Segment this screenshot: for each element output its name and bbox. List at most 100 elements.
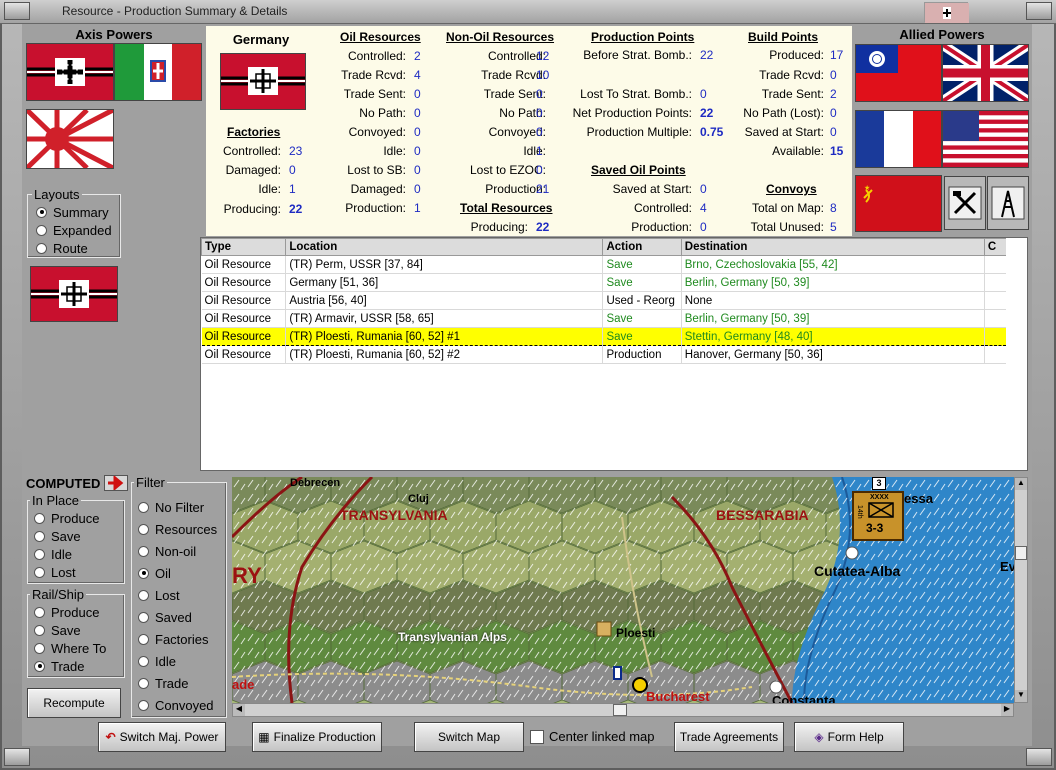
cell-type: Oil Resource [201, 291, 287, 310]
filter-option-radio[interactable]: Oil [138, 562, 217, 584]
column-header-location[interactable]: Location [285, 238, 604, 256]
france-flag-icon[interactable] [855, 110, 942, 168]
resize-grip-icon[interactable] [1026, 748, 1052, 766]
selected-power-flag-icon [30, 266, 118, 322]
radio-indicator [138, 567, 149, 579]
switch-major-power-button[interactable]: ↶ Switch Maj. Power [98, 722, 226, 752]
filter-option-radio[interactable]: Idle [138, 650, 217, 672]
radio-indicator [34, 642, 45, 654]
usa-flag-icon[interactable] [942, 110, 1029, 168]
close-button[interactable] [1026, 2, 1052, 20]
inplace-idle-radio[interactable]: Idle [34, 545, 99, 563]
system-menu-button[interactable] [4, 2, 30, 20]
uk-flag-icon[interactable] [940, 40, 1031, 106]
savedoil-controlled-label: Controlled: [633, 201, 692, 215]
column-header-type[interactable]: Type [200, 238, 287, 256]
vertical-scroll-thumb[interactable] [1015, 546, 1027, 560]
column-header-c[interactable]: C [983, 238, 1008, 256]
map-vertical-scrollbar[interactable]: ▲ ▼ [1014, 477, 1028, 703]
germany-flag-icon[interactable] [26, 43, 114, 101]
map-view[interactable]: Debrecen Cluj TRANSYLVANIA BESSARABIA RY… [232, 477, 1014, 703]
center-linked-map-checkbox[interactable] [530, 730, 544, 744]
table-row[interactable]: Oil Resource (TR) Ploesti, Rumania [60, 5… [201, 345, 1008, 364]
horizontal-scroll-thumb[interactable] [613, 704, 627, 716]
column-header-destination[interactable]: Destination [680, 238, 985, 256]
army-unit-counter[interactable]: XXXX 14th 3-3 [852, 491, 904, 541]
inplace-produce-radio[interactable]: Produce [34, 509, 99, 527]
filter-option-radio[interactable]: Trade [138, 672, 217, 694]
pp-net-value: 22 [700, 106, 714, 120]
table-row[interactable]: Oil Resource Austria [56, 40] Used - Reorg… [201, 291, 1008, 310]
finalize-production-button[interactable]: ▦ Finalize Production [252, 722, 382, 752]
convoys-total-value: 8 [830, 201, 837, 215]
railship-save-radio[interactable]: Save [34, 621, 106, 639]
cell-location: (TR) Perm, USSR [37, 84] [285, 255, 604, 274]
non-oil-resources-title: Non-Oil Resources [446, 30, 555, 44]
railship-trade-radio[interactable]: Trade [34, 657, 106, 675]
resource-details-table[interactable]: Type Location Action Destination C Oil R… [200, 237, 1028, 471]
radio-indicator [34, 548, 45, 560]
filter-option-radio[interactable]: Factories [138, 628, 217, 650]
bp-produced-value: 17 [830, 48, 844, 62]
table-row[interactable]: Oil Resource (TR) Armavir, USSR [58, 65] S… [201, 309, 1008, 328]
trade-agreements-button[interactable]: Trade Agreements [674, 722, 784, 752]
map-label-debrecen: Debrecen [290, 477, 341, 489]
layout-expanded-radio[interactable]: Expanded [36, 221, 112, 239]
map-label-cutatea-alba: Cutatea-Alba [814, 563, 901, 579]
railship-produce-radio[interactable]: Produce [34, 603, 106, 621]
total-resources-title: Total Resources [460, 201, 553, 215]
italy-flag-icon[interactable] [114, 43, 202, 101]
switch-map-button[interactable]: Switch Map [414, 722, 524, 752]
radio-indicator [138, 655, 149, 667]
convoys-title: Convoys [766, 182, 817, 196]
filter-option-radio[interactable]: Lost [138, 584, 217, 606]
filter-option-radio[interactable]: Convoyed [138, 694, 217, 716]
filter-option-radio[interactable]: Saved [138, 606, 217, 628]
map-label-ploesti: Ploesti [616, 626, 656, 640]
window-title: Resource - Production Summary & Details [62, 4, 288, 18]
pp-before-label: Before Strat. Bomb.: [583, 48, 692, 62]
map-horizontal-scrollbar[interactable]: ◀ ▶ [232, 703, 1014, 717]
help-book-icon: ◈ [814, 730, 824, 744]
layout-summary-radio[interactable]: Summary [36, 203, 112, 221]
table-row[interactable]: Oil Resource (TR) Ploesti, Rumania [60, 5… [201, 327, 1008, 346]
filter-option-radio[interactable]: Non-oil [138, 540, 217, 562]
map-label-constanta: Constanta [772, 693, 836, 703]
layout-route-radio[interactable]: Route [36, 239, 112, 257]
computed-arrow-icon[interactable] [104, 474, 128, 492]
cell-c [984, 345, 1008, 364]
oil-derrick-icon[interactable] [987, 176, 1029, 230]
filter-option-radio[interactable]: Resources [138, 518, 217, 540]
allied-powers-header: Allied Powers [899, 27, 985, 42]
scroll-up-icon[interactable]: ▲ [1015, 478, 1027, 490]
recompute-button[interactable]: Recompute [27, 688, 121, 718]
table-row[interactable]: Oil Resource Germany [51, 36] Save Berlin, … [201, 273, 1008, 292]
japan-flag-icon[interactable] [25, 107, 115, 171]
inplace-save-radio[interactable]: Save [34, 527, 99, 545]
cell-destination: None [681, 291, 985, 310]
convoys-unused-label: Total Unused: [750, 220, 824, 234]
oil-resources-title: Oil Resources [340, 30, 421, 44]
table-row[interactable]: Oil Resource (TR) Perm, USSR [37, 84] Save… [201, 255, 1008, 274]
center-linked-map-label: Center linked map [549, 729, 655, 744]
china-flag-icon[interactable] [855, 44, 942, 102]
rail-ship-label: Rail/Ship [30, 587, 87, 602]
form-help-button[interactable]: ◈ Form Help [794, 722, 904, 752]
scroll-left-icon[interactable]: ◀ [233, 704, 245, 716]
inplace-lost-radio[interactable]: Lost [34, 563, 99, 581]
column-header-action[interactable]: Action [602, 238, 682, 256]
country-name: Germany [232, 32, 290, 47]
table-blank-margin [1006, 238, 1027, 470]
scroll-down-icon[interactable]: ▼ [1015, 690, 1027, 702]
railship-where-to-radio[interactable]: Where To [34, 639, 106, 657]
pick-hammer-icon[interactable] [944, 176, 986, 230]
cell-c [984, 309, 1008, 328]
factory-icon: ▦ [258, 730, 270, 744]
ussr-flag-icon[interactable]: ★ [855, 175, 942, 232]
pp-before-value: 22 [700, 48, 714, 62]
cell-type: Oil Resource [201, 327, 287, 346]
filter-option-radio[interactable]: No Filter [138, 496, 217, 518]
scroll-right-icon[interactable]: ▶ [1001, 704, 1013, 716]
saved-oil-title: Saved Oil Points [591, 163, 686, 177]
bp-trade-sent-label: Trade Sent: [761, 87, 824, 101]
